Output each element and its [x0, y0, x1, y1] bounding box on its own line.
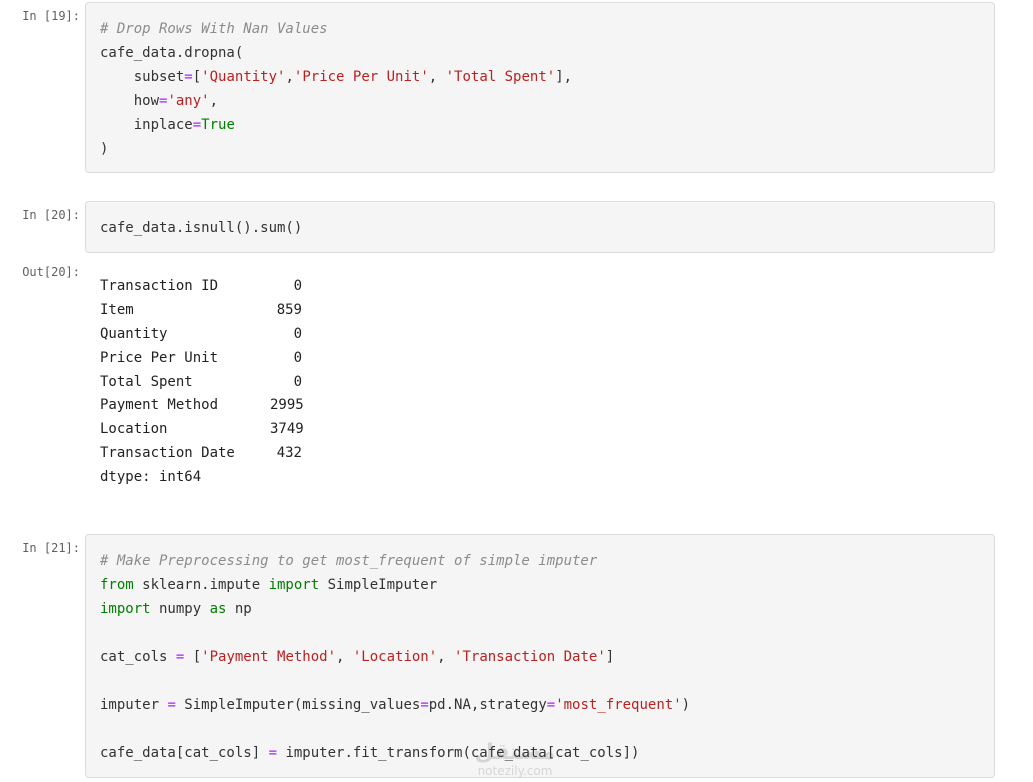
- code-token: np: [226, 601, 252, 617]
- output-column-name: Total Spent: [100, 373, 193, 390]
- output-row: Transaction Date 432: [100, 442, 302, 466]
- output-null-count: 0: [293, 325, 302, 342]
- code-token: ,: [437, 649, 455, 665]
- code-string: 'Location': [352, 649, 438, 665]
- code-string: 'Price Per Unit': [293, 69, 429, 85]
- code-string: 'most_frequent': [555, 697, 682, 713]
- output-row: Price Per Unit 0: [100, 347, 302, 371]
- code-token: [: [184, 649, 202, 665]
- input-prompt: In [20]:: [22, 208, 80, 222]
- code-token: cat_cols: [100, 649, 176, 665]
- output-column-name: Location: [100, 421, 168, 438]
- code-cell-input[interactable]: # Make Preprocessing to get most_frequen…: [85, 534, 995, 778]
- code-token: numpy: [150, 601, 210, 617]
- code-token: imputer.fit_transform(cafe_data[cat_cols…: [277, 745, 640, 761]
- code-keyword: as: [209, 601, 227, 617]
- output-column-name: Quantity: [100, 325, 168, 342]
- code-keyword: True: [201, 117, 235, 133]
- code-token: subset: [100, 69, 185, 85]
- code-keyword: import: [268, 577, 320, 593]
- input-prompt: In [19]:: [22, 9, 80, 23]
- output-column-name: Price Per Unit: [100, 349, 219, 366]
- output-dtype: dtype: int64: [100, 469, 202, 486]
- code-operator: =: [420, 697, 429, 713]
- code-token: how: [100, 93, 160, 109]
- input-prompt: In [21]:: [22, 541, 80, 555]
- code-token: imputer: [100, 697, 168, 713]
- code-token: [: [192, 69, 202, 85]
- code-token: ,: [209, 93, 219, 109]
- code-token: ],: [555, 69, 573, 85]
- code-editor[interactable]: cafe_data.isnull().sum(): [100, 216, 302, 240]
- code-string: 'Transaction Date': [454, 649, 606, 665]
- code-token: ,: [428, 69, 446, 85]
- code-string: 'any': [167, 93, 210, 109]
- output-row: Transaction ID 0: [100, 275, 302, 299]
- output-null-count: 0: [293, 349, 302, 366]
- code-editor[interactable]: # Make Preprocessing to get most_frequen…: [100, 549, 690, 765]
- code-string: 'Total Spent': [445, 69, 556, 85]
- code-cell-input[interactable]: # Drop Rows With Nan Values cafe_data.dr…: [85, 2, 995, 173]
- output-null-count: 3749: [270, 421, 304, 438]
- code-token: cafe_data[cat_cols]: [100, 745, 269, 761]
- code-operator: =: [184, 69, 193, 85]
- code-keyword: import: [100, 601, 151, 617]
- code-token: ,: [336, 649, 353, 665]
- output-null-count: 859: [276, 301, 302, 318]
- code-token: ]: [605, 649, 615, 665]
- output-row: Quantity 0: [100, 323, 302, 347]
- code-token: inplace: [100, 117, 193, 133]
- code-operator: =: [546, 697, 556, 713]
- code-cell-input[interactable]: cafe_data.isnull().sum(): [85, 201, 995, 253]
- code-comment: # Drop Rows With Nan Values: [100, 21, 328, 37]
- output-column-name: Payment Method: [100, 397, 219, 414]
- output-row: Payment Method 2995: [100, 394, 304, 418]
- code-line: cafe_data.dropna(: [100, 45, 244, 61]
- code-string: 'Quantity': [201, 69, 286, 85]
- code-comment: # Make Preprocessing to get most_frequen…: [100, 553, 598, 569]
- code-token: SimpleImputer(missing_values: [175, 697, 421, 713]
- code-operator: =: [192, 117, 202, 133]
- code-token: pd.NA,strategy: [428, 697, 547, 713]
- code-line: ): [100, 141, 109, 157]
- output-null-count: 0: [293, 278, 302, 294]
- output-column-name: Item: [100, 301, 134, 318]
- code-string: 'Payment Method': [201, 649, 337, 665]
- output-column-name: Transaction ID: [100, 278, 219, 294]
- output-row: Item 859: [100, 299, 302, 323]
- output-null-count: 2995: [270, 397, 304, 414]
- code-token: sklearn.impute: [133, 577, 269, 593]
- output-prompt: Out[20]:: [22, 265, 80, 279]
- code-token: ): [681, 697, 691, 713]
- code-keyword: from: [100, 577, 134, 593]
- code-operator: =: [167, 697, 176, 713]
- output-null-count: 0: [293, 373, 302, 390]
- code-operator: =: [268, 745, 278, 761]
- code-token: ,: [285, 69, 294, 85]
- output-row: Total Spent 0: [100, 371, 302, 395]
- code-token: SimpleImputer: [319, 577, 438, 593]
- output-column-name: Transaction Date: [100, 445, 235, 462]
- output-null-count: 432: [276, 445, 302, 462]
- output-row: Location 3749: [100, 418, 304, 442]
- code-editor[interactable]: # Drop Rows With Nan Values cafe_data.dr…: [100, 17, 572, 161]
- cell-output: Transaction ID 0 Item 859 Quantity 0 Price Per…: [100, 275, 304, 490]
